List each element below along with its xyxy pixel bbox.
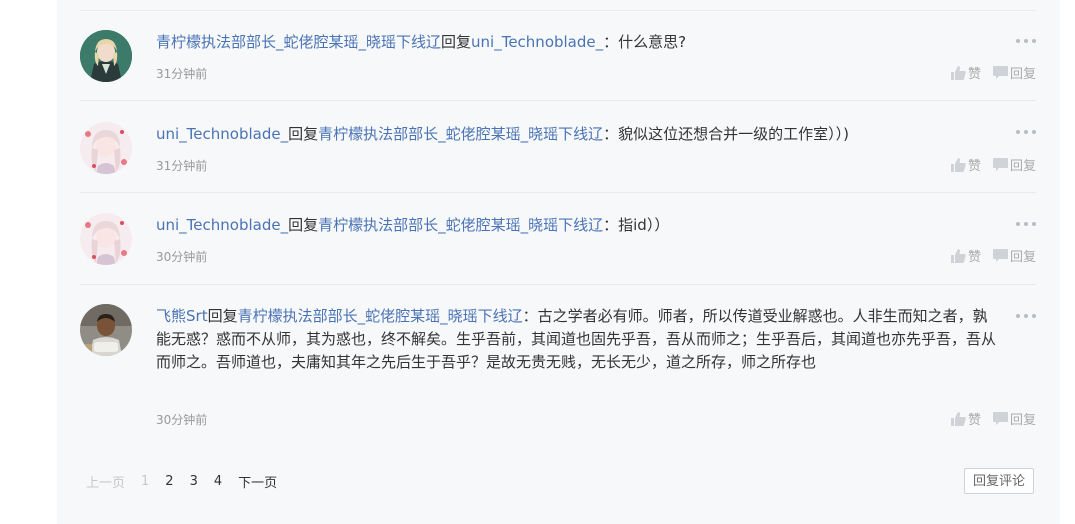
like-label: 赞 bbox=[967, 159, 981, 174]
page-3-link[interactable]: 3 bbox=[190, 474, 198, 489]
reply-word: 回复 bbox=[207, 307, 238, 325]
speech-bubble-icon bbox=[992, 65, 1008, 79]
comment-item: 飞熊Srt回复青柠檬执法部部长_蛇佬腔某瑶_晓瑶下线辽：古之学者必有师。师者，所… bbox=[80, 285, 1036, 438]
reply-button[interactable]: 回复 bbox=[992, 246, 1036, 265]
like-button[interactable]: 赞 bbox=[950, 155, 981, 174]
comment-text: uni_Technoblade_回复青柠檬执法部部长_蛇佬腔某瑶_晓瑶下线辽：指… bbox=[156, 214, 1006, 237]
reply-button[interactable]: 回复 bbox=[992, 409, 1036, 428]
comment-time: 31分钟前 bbox=[156, 159, 208, 173]
comment-author-link[interactable]: uni_Technoblade_ bbox=[156, 125, 288, 143]
speech-bubble-icon bbox=[992, 157, 1008, 171]
separator: ： bbox=[603, 33, 619, 51]
thumbs-up-icon bbox=[950, 65, 966, 80]
speech-bubble-icon bbox=[992, 411, 1008, 425]
comment-text: 青柠檬执法部部长_蛇佬腔某瑶_晓瑶下线辽回复uni_Technoblade_：什… bbox=[156, 31, 1006, 54]
reply-label: 回复 bbox=[1009, 413, 1036, 428]
more-dots-icon[interactable] bbox=[1016, 221, 1036, 227]
comment-body: 什么意思? bbox=[618, 33, 687, 51]
comment-time: 31分钟前 bbox=[156, 67, 208, 81]
reply-word: 回复 bbox=[288, 216, 319, 234]
comment-author-link[interactable]: 青柠檬执法部部长_蛇佬腔某瑶_晓瑶下线辽 bbox=[156, 33, 441, 51]
comment-actions: 赞 回复 bbox=[950, 246, 1036, 265]
page-1-link[interactable]: 1 bbox=[141, 474, 149, 489]
thumbs-up-icon bbox=[950, 248, 966, 263]
comment-item: uni_Technoblade_回复青柠檬执法部部长_蛇佬腔某瑶_晓瑶下线辽：指… bbox=[80, 193, 1036, 285]
reply-label: 回复 bbox=[1009, 250, 1036, 265]
like-label: 赞 bbox=[967, 413, 981, 428]
like-button[interactable]: 赞 bbox=[950, 409, 981, 428]
comment-author-link[interactable]: uni_Technoblade_ bbox=[156, 216, 288, 234]
separator: ： bbox=[522, 307, 538, 325]
reply-word: 回复 bbox=[441, 33, 472, 51]
comment-body: 指id）） bbox=[618, 216, 670, 234]
avatar[interactable] bbox=[80, 30, 132, 82]
like-button[interactable]: 赞 bbox=[950, 63, 981, 82]
reply-word: 回复 bbox=[288, 125, 319, 143]
page-4-link[interactable]: 4 bbox=[214, 474, 222, 489]
comment-item: uni_Technoblade_回复青柠檬执法部部长_蛇佬腔某瑶_晓瑶下线辽：貌… bbox=[80, 101, 1036, 193]
reply-target-link[interactable]: 青柠檬执法部部长_蛇佬腔某瑶_晓瑶下线辽 bbox=[318, 216, 603, 234]
comment-actions: 赞 回复 bbox=[950, 63, 1036, 82]
reply-label: 回复 bbox=[1009, 159, 1036, 174]
reply-label: 回复 bbox=[1009, 67, 1036, 82]
reply-target-link[interactable]: 青柠檬执法部部长_蛇佬腔某瑶_晓瑶下线辽 bbox=[318, 125, 603, 143]
comment-author-link[interactable]: 飞熊Srt bbox=[156, 307, 208, 325]
comment-text: 飞熊Srt回复青柠檬执法部部长_蛇佬腔某瑶_晓瑶下线辽：古之学者必有师。师者，所… bbox=[156, 305, 996, 374]
separator: ： bbox=[603, 125, 619, 143]
like-label: 赞 bbox=[967, 67, 981, 82]
separator: ： bbox=[603, 216, 619, 234]
more-dots-icon[interactable] bbox=[1016, 129, 1036, 135]
more-dots-icon[interactable] bbox=[1016, 38, 1036, 44]
reply-button[interactable]: 回复 bbox=[992, 63, 1036, 82]
next-page-link[interactable]: 下一页 bbox=[238, 472, 277, 491]
pagination: 上一页 1 2 3 4 下一页 bbox=[86, 472, 293, 491]
reply-button[interactable]: 回复 bbox=[992, 155, 1036, 174]
avatar[interactable] bbox=[80, 213, 132, 265]
like-label: 赞 bbox=[967, 250, 981, 265]
comment-time: 30分钟前 bbox=[156, 413, 208, 427]
thumbs-up-icon bbox=[950, 411, 966, 426]
reply-target-link[interactable]: 青柠檬执法部部长_蛇佬腔某瑶_晓瑶下线辽 bbox=[238, 307, 523, 325]
comment-body: 貌似这位还想合并一级的工作室））) bbox=[618, 125, 849, 143]
avatar[interactable] bbox=[80, 122, 132, 174]
comment-actions: 赞 回复 bbox=[950, 155, 1036, 174]
comment-item: 青柠檬执法部部长_蛇佬腔某瑶_晓瑶下线辽回复uni_Technoblade_：什… bbox=[80, 10, 1036, 101]
like-button[interactable]: 赞 bbox=[950, 246, 981, 265]
comment-time: 30分钟前 bbox=[156, 250, 208, 264]
reply-target-link[interactable]: uni_Technoblade_ bbox=[471, 33, 603, 51]
comment-actions: 赞 回复 bbox=[950, 409, 1036, 428]
more-dots-icon[interactable] bbox=[1016, 313, 1036, 319]
avatar[interactable] bbox=[80, 304, 132, 356]
prev-page-link[interactable]: 上一页 bbox=[86, 472, 125, 491]
comment-text: uni_Technoblade_回复青柠檬执法部部长_蛇佬腔某瑶_晓瑶下线辽：貌… bbox=[156, 123, 1006, 146]
page-2-link[interactable]: 2 bbox=[165, 474, 173, 489]
reply-comment-button[interactable]: 回复评论 bbox=[964, 468, 1034, 494]
thumbs-up-icon bbox=[950, 157, 966, 172]
speech-bubble-icon bbox=[992, 248, 1008, 262]
